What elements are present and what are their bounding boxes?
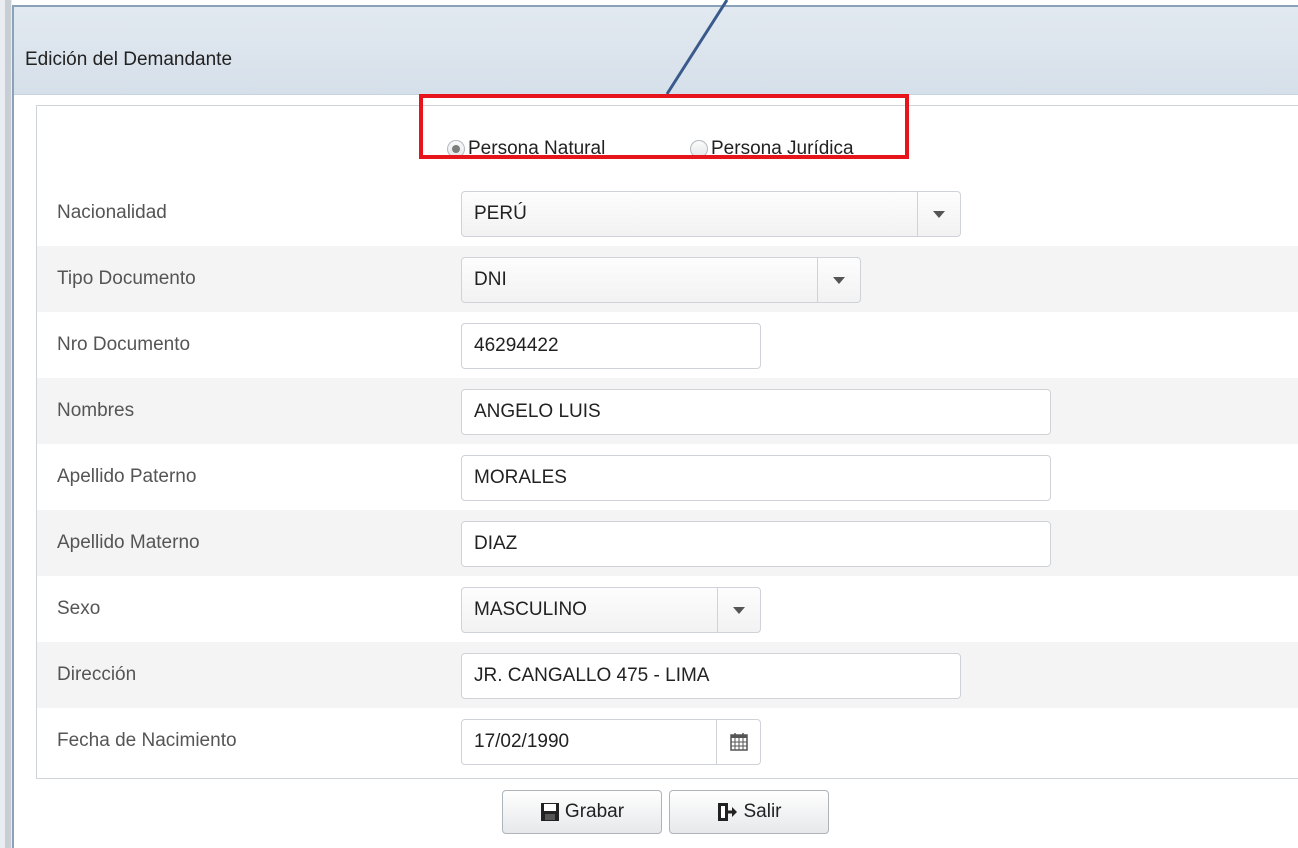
background-window-edge xyxy=(0,0,12,848)
apellido-materno-input[interactable]: DIAZ xyxy=(461,521,1051,567)
caret-down-icon xyxy=(733,606,745,614)
apellido-materno-value: DIAZ xyxy=(474,533,518,554)
nacionalidad-dropdown-button[interactable] xyxy=(917,192,960,236)
fecha-nacimiento-input[interactable]: 17/02/1990 xyxy=(461,719,761,765)
nacionalidad-value: PERÚ xyxy=(474,203,527,224)
exit-button-label: Salir xyxy=(743,801,782,822)
tipo-documento-select[interactable]: DNI xyxy=(461,257,861,303)
row-nacionalidad: Nacionalidad PERÚ xyxy=(37,180,1298,246)
label-apellido-materno: Apellido Materno xyxy=(57,532,200,553)
label-fecha-nacimiento: Fecha de Nacimiento xyxy=(57,730,237,751)
row-nro-documento: Nro Documento 46294422 xyxy=(37,312,1298,378)
label-nacionalidad: Nacionalidad xyxy=(57,202,167,223)
label-nro-documento: Nro Documento xyxy=(57,334,191,355)
calendar-icon xyxy=(729,733,748,751)
direccion-input[interactable]: JR. CANGALLO 475 - LIMA xyxy=(461,653,961,699)
nro-documento-value: 46294422 xyxy=(474,335,559,356)
label-sexo: Sexo xyxy=(57,598,101,619)
row-fecha-nacimiento: Fecha de Nacimiento 17/02/1990 xyxy=(37,708,1298,774)
row-tipo-documento: Tipo Documento DNI xyxy=(37,246,1298,312)
sexo-dropdown-button[interactable] xyxy=(717,588,760,632)
dialog-title: Edición del Demandante xyxy=(25,49,233,70)
caret-down-icon xyxy=(833,276,845,284)
label-nombres: Nombres xyxy=(57,400,135,421)
calendar-button[interactable] xyxy=(716,720,760,764)
tipo-documento-value: DNI xyxy=(474,269,507,290)
sexo-value: MASCULINO xyxy=(474,599,587,620)
background-window-strip xyxy=(5,0,11,848)
label-apellido-paterno: Apellido Paterno xyxy=(57,466,197,487)
nro-documento-input[interactable]: 46294422 xyxy=(461,323,761,369)
exit-button[interactable]: Salir xyxy=(669,790,829,834)
nacionalidad-select[interactable]: PERÚ xyxy=(461,191,961,237)
row-direccion: Dirección JR. CANGALLO 475 - LIMA xyxy=(37,642,1298,708)
label-direccion: Dirección xyxy=(57,664,137,685)
tipo-documento-dropdown-button[interactable] xyxy=(817,258,860,302)
apellido-paterno-input[interactable]: MORALES xyxy=(461,455,1051,501)
nombres-value: ANGELO LUIS xyxy=(474,401,601,422)
fecha-nacimiento-value: 17/02/1990 xyxy=(474,731,570,752)
sexo-select[interactable]: MASCULINO xyxy=(461,587,761,633)
apellido-paterno-value: MORALES xyxy=(474,467,567,488)
row-apellido-paterno: Apellido Paterno MORALES xyxy=(37,444,1298,510)
highlight-box xyxy=(419,94,909,159)
exit-door-icon xyxy=(716,802,738,822)
row-apellido-materno: Apellido Materno DIAZ xyxy=(37,510,1298,576)
save-button-label: Grabar xyxy=(564,801,625,822)
direccion-value: JR. CANGALLO 475 - LIMA xyxy=(474,665,710,686)
dialog-title-bar[interactable]: Edición del Demandante xyxy=(14,7,1298,95)
row-nombres: Nombres ANGELO LUIS xyxy=(37,378,1298,444)
caret-down-icon xyxy=(933,210,945,218)
save-button[interactable]: Grabar xyxy=(502,790,662,834)
floppy-disk-icon xyxy=(540,802,560,822)
nombres-input[interactable]: ANGELO LUIS xyxy=(461,389,1051,435)
row-sexo: Sexo MASCULINO xyxy=(37,576,1298,642)
form-panel: Persona Natural Persona Jurídica Naciona… xyxy=(36,105,1298,779)
dialog-body: Persona Natural Persona Jurídica Naciona… xyxy=(14,95,1298,848)
label-tipo-documento: Tipo Documento xyxy=(57,268,196,289)
